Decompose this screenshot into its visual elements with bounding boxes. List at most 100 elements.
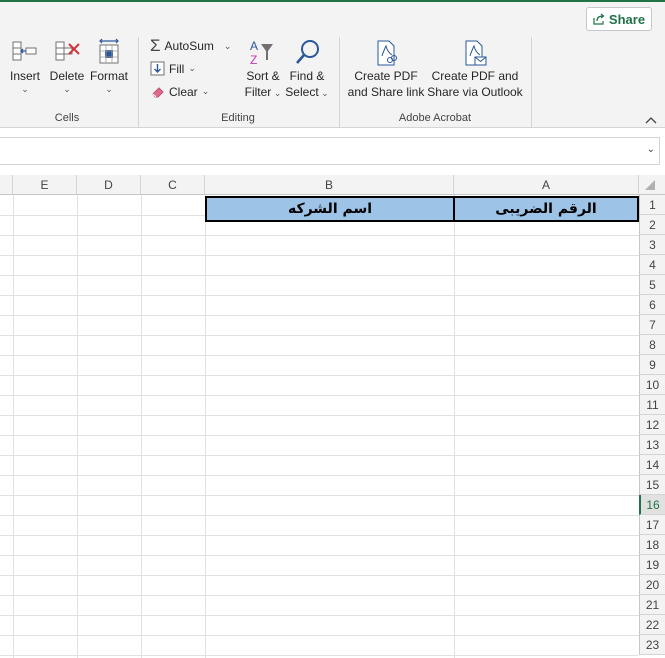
fill-down-icon <box>150 61 165 76</box>
fill-label: Fill <box>169 61 185 76</box>
gridline <box>0 235 639 236</box>
pdf-link-icon <box>377 40 397 66</box>
column-header-b[interactable]: B <box>205 175 454 195</box>
row-header[interactable]: 16 <box>639 495 665 515</box>
chevron-down-icon: ⌄ <box>223 40 232 51</box>
create-outlook-label-line1: Create PDF and <box>431 69 519 83</box>
editing-group-label: Editing <box>221 112 255 124</box>
row-header[interactable]: 21 <box>639 595 665 615</box>
row-header[interactable]: 6 <box>639 295 665 315</box>
chevron-down-icon: ⌄ <box>21 84 29 94</box>
fill-button[interactable]: Fill ⌄ <box>150 61 196 76</box>
cell-b1[interactable]: اسم الشركه <box>205 196 455 222</box>
gridline <box>0 415 639 416</box>
clear-label: Clear <box>169 84 198 99</box>
sigma-icon: Σ <box>150 36 161 55</box>
pdf-outlook-icon <box>465 40 487 66</box>
column-header-c[interactable]: C <box>141 175 205 195</box>
magnifier-icon <box>296 40 319 64</box>
gridline <box>0 555 639 556</box>
column-header-d[interactable]: D <box>77 175 141 195</box>
find-select-button[interactable]: Find & Select ⌄ <box>285 38 329 101</box>
sort-filter-button[interactable]: A Z Sort & Filter ⌄ <box>242 38 284 101</box>
row-header[interactable]: 19 <box>639 555 665 575</box>
gridline <box>0 475 639 476</box>
row-header[interactable]: 8 <box>639 335 665 355</box>
gridline <box>0 535 639 536</box>
row-header[interactable]: 13 <box>639 435 665 455</box>
gridline <box>0 495 639 496</box>
row-header[interactable]: 20 <box>639 575 665 595</box>
chevron-down-icon: ⌄ <box>271 88 282 98</box>
column-header-a[interactable]: A <box>454 175 639 195</box>
expand-formula-bar-icon[interactable]: ⌄ <box>647 144 655 155</box>
gridline <box>0 635 639 636</box>
gridline <box>0 335 639 336</box>
autosum-label: AutoSum <box>164 39 214 53</box>
share-label: Share <box>608 11 646 27</box>
column-header-e[interactable]: E <box>13 175 77 195</box>
gridline <box>13 195 14 658</box>
autosum-button[interactable]: Σ AutoSum ⌄ <box>150 36 232 55</box>
row-header[interactable]: 22 <box>639 615 665 635</box>
cell-a1[interactable]: الرقم الضريبى <box>453 196 639 222</box>
row-header[interactable]: 2 <box>639 215 665 235</box>
insert-label: Insert <box>9 69 40 83</box>
row-header[interactable]: 4 <box>639 255 665 275</box>
collapse-ribbon-icon[interactable] <box>644 114 658 126</box>
group-separator <box>339 37 340 127</box>
create-pdf-label-line2: and Share link <box>347 85 425 99</box>
gridline <box>0 575 639 576</box>
gridline <box>0 595 639 596</box>
share-icon <box>593 13 605 25</box>
row-header[interactable]: 23 <box>639 635 665 655</box>
sort-filter-icon: A Z <box>250 39 273 67</box>
gridline <box>205 195 206 658</box>
insert-cells-icon <box>12 41 37 61</box>
row-header[interactable]: 7 <box>639 315 665 335</box>
row-header[interactable]: 10 <box>639 375 665 395</box>
select-all-button[interactable] <box>639 175 665 195</box>
chevron-down-icon: ⌄ <box>188 63 196 73</box>
ribbon: Share Insert ⌄ Delete ⌄ Format ⌄ Cells Σ… <box>0 2 665 128</box>
gridline <box>0 515 639 516</box>
group-separator <box>531 37 532 127</box>
row-header[interactable]: 12 <box>639 415 665 435</box>
share-button[interactable]: Share <box>586 7 652 31</box>
acrobat-group-label: Adobe Acrobat <box>398 112 472 124</box>
eraser-icon <box>152 87 164 98</box>
gridline <box>0 275 639 276</box>
delete-button[interactable]: Delete ⌄ <box>48 38 86 94</box>
gridline <box>0 615 639 616</box>
sort-label-line2: Filter <box>244 85 272 99</box>
insert-button[interactable]: Insert ⌄ <box>6 38 44 94</box>
delete-label: Delete <box>49 69 85 83</box>
chevron-down-icon: ⌄ <box>63 84 71 94</box>
row-header[interactable]: 17 <box>639 515 665 535</box>
format-button[interactable]: Format ⌄ <box>88 38 130 94</box>
create-outlook-label-line2: Share via Outlook <box>427 85 523 99</box>
row-header[interactable]: 11 <box>639 395 665 415</box>
chevron-down-icon: ⌄ <box>105 84 113 94</box>
row-header[interactable]: 14 <box>639 455 665 475</box>
svg-text:A: A <box>250 39 258 53</box>
formula-bar[interactable]: ⌄ <box>0 137 660 165</box>
row-header[interactable]: 5 <box>639 275 665 295</box>
row-header[interactable]: 1 <box>639 195 665 215</box>
format-label: Format <box>89 69 128 83</box>
gridline <box>0 315 639 316</box>
create-pdf-outlook-button[interactable]: Create PDF and Share via Outlook <box>426 38 524 100</box>
row-header[interactable]: 9 <box>639 355 665 375</box>
select-all-triangle-icon <box>645 180 655 190</box>
gridline <box>0 655 639 656</box>
clear-button[interactable]: Clear ⌄ <box>150 84 209 99</box>
gridline <box>0 375 639 376</box>
find-label-line1: Find & <box>289 69 325 83</box>
row-header[interactable]: 18 <box>639 535 665 555</box>
column-header-partial[interactable] <box>0 175 13 195</box>
gridline <box>0 395 639 396</box>
create-pdf-share-link-button[interactable]: Create PDF and Share link <box>346 38 426 100</box>
row-header[interactable]: 15 <box>639 475 665 495</box>
row-header[interactable]: 3 <box>639 235 665 255</box>
gridline <box>141 195 142 658</box>
